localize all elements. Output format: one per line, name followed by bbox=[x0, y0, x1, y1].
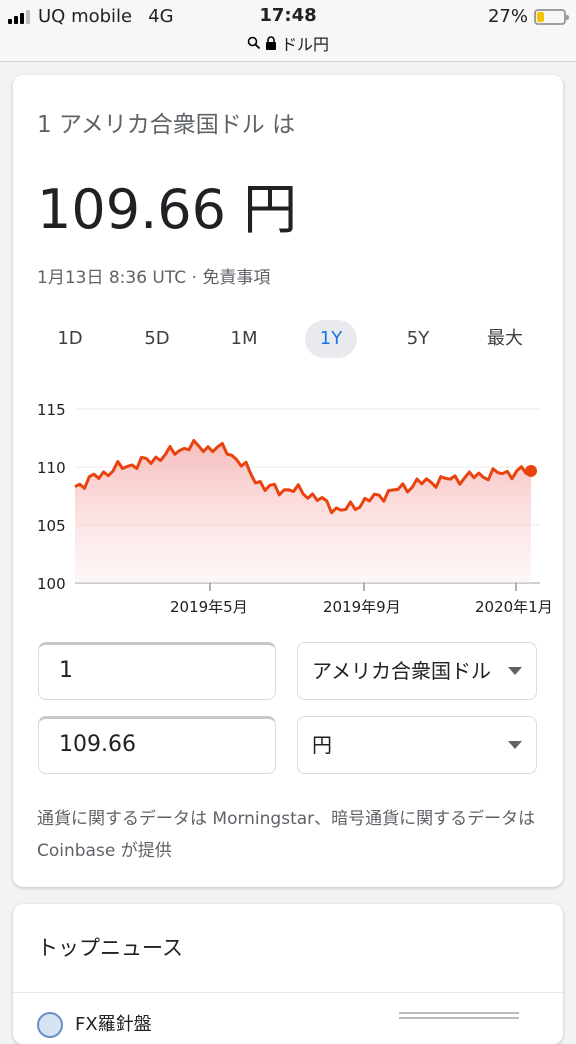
lock-icon bbox=[265, 36, 276, 50]
battery-percent: 27% bbox=[487, 6, 528, 27]
rate-area bbox=[75, 440, 531, 583]
to-currency-label: 円 bbox=[312, 733, 332, 757]
data-attribution: 通貨に関するデータは Morningstar、暗号通貨に関するデータは Coin… bbox=[37, 809, 536, 861]
range-tabs: 1D 5D 1M 1Y 5Y 最大 bbox=[33, 320, 548, 360]
news-heading: トップニュース bbox=[37, 936, 183, 960]
currency-converter-card: 1 アメリカ合衆国ドル は 109.66 円 1月13日 8:36 UTC · … bbox=[13, 75, 563, 887]
conversion-heading: 1 アメリカ合衆国ドル は bbox=[37, 112, 296, 138]
tab-1y[interactable]: 1Y bbox=[305, 320, 357, 358]
y-tick-105: 105 bbox=[37, 517, 66, 535]
tab-max[interactable]: 最大 bbox=[479, 320, 531, 358]
url-text: ドル円 bbox=[280, 35, 329, 54]
current-rate-dot bbox=[525, 464, 537, 477]
news-source-logo bbox=[37, 1012, 63, 1038]
x-tick-may: 2019年5月 bbox=[170, 598, 248, 616]
status-right: 27% bbox=[487, 6, 569, 27]
y-tick-100: 100 bbox=[37, 575, 66, 593]
x-tick-jan: 2020年1月 bbox=[475, 598, 553, 616]
address-bar[interactable]: ドル円 bbox=[0, 31, 576, 55]
divider bbox=[13, 992, 563, 993]
y-tick-115: 115 bbox=[37, 401, 66, 419]
tab-1d[interactable]: 1D bbox=[44, 320, 96, 358]
tab-5y[interactable]: 5Y bbox=[392, 320, 444, 358]
rate-timestamp: 1月13日 8:36 UTC · 免責事項 bbox=[37, 268, 271, 288]
tab-1m[interactable]: 1M bbox=[218, 320, 270, 358]
to-amount-input[interactable]: 109.66 bbox=[38, 716, 276, 774]
to-currency-select[interactable]: 円 bbox=[297, 716, 537, 774]
y-tick-110: 110 bbox=[37, 459, 66, 477]
x-tick-sep: 2019年9月 bbox=[323, 598, 401, 616]
from-amount-input[interactable]: 1 bbox=[38, 642, 276, 700]
top-news-card: トップニュース FX羅針盤 bbox=[13, 904, 563, 1044]
from-currency-label: アメリカ合衆国ドル bbox=[312, 659, 491, 683]
dropdown-arrow-icon bbox=[508, 667, 522, 675]
dropdown-arrow-icon bbox=[508, 741, 522, 749]
rate-chart[interactable]: 115 110 105 100 2019年5月 2019年9月 2020年1月 bbox=[13, 375, 563, 635]
tab-5d[interactable]: 5D bbox=[131, 320, 183, 358]
from-currency-select[interactable]: アメリカ合衆国ドル bbox=[297, 642, 537, 700]
news-thumbnail[interactable] bbox=[399, 1012, 519, 1032]
exchange-rate: 109.66 円 bbox=[37, 178, 298, 241]
news-source-name[interactable]: FX羅針盤 bbox=[75, 1010, 152, 1036]
search-icon bbox=[247, 36, 261, 50]
status-bar: UQ mobile 4G 17:48 27% ドル円 bbox=[0, 0, 576, 62]
battery-icon bbox=[534, 8, 569, 25]
